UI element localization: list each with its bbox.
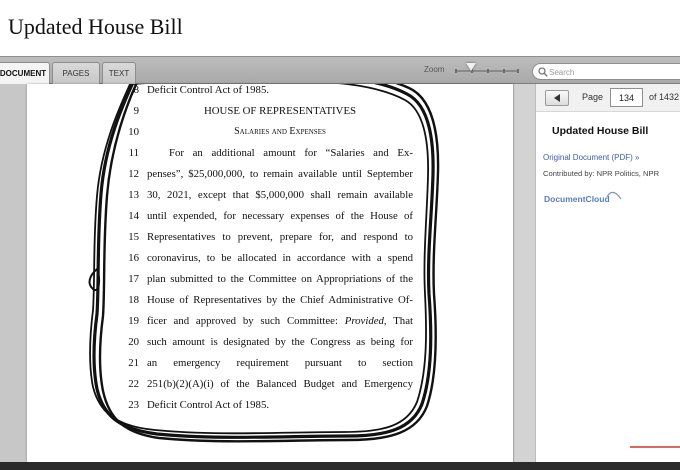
previous-page-button[interactable] — [545, 90, 569, 106]
line-text-part: ficer and approved by such Committee: — [147, 315, 345, 327]
line-number: 18 — [128, 294, 139, 306]
document-line: 22 251(b)(2)(A)(i) of the Balanced Budge… — [27, 378, 513, 398]
line-text: House of Representatives by the Chief Ad… — [147, 294, 413, 306]
document-line: 12 penses”, $25,000,000, to remain avail… — [27, 168, 513, 188]
page-navigator: Page of 1432 — [536, 84, 680, 112]
search-input[interactable] — [549, 65, 679, 79]
line-text: For an additional amount for “Salaries a… — [169, 147, 413, 159]
zoom-label: Zoom — [424, 65, 445, 74]
document-line: 9 HOUSE OF REPRESENTATIVES — [27, 105, 513, 125]
line-number: 14 — [128, 210, 139, 222]
line-text: an emergency requirement pursuant to sec… — [147, 357, 413, 369]
line-text: until expended, for necessary expenses o… — [147, 210, 413, 222]
line-number: 11 — [128, 147, 139, 159]
viewer-margin-left — [0, 84, 27, 462]
zoom-slider[interactable] — [455, 69, 519, 73]
document-viewer[interactable]: 8 Deficit Control Act of 1985. 9 HOUSE O… — [0, 84, 535, 462]
line-text: Deficit Control Act of 1985. — [147, 399, 270, 411]
document-line: 18 House of Representatives by the Chief… — [27, 294, 513, 314]
document-line: 20 such amount is designated by the Cong… — [27, 336, 513, 356]
document-line: 16 coronavirus, to be allocated in accor… — [27, 252, 513, 272]
line-number: 12 — [128, 168, 139, 180]
section-heading: HOUSE OF REPRESENTATIVES — [203, 105, 357, 117]
line-number: 15 — [128, 231, 139, 243]
bottom-bar — [0, 462, 680, 470]
line-number: 20 — [128, 336, 139, 348]
document-line: 13 30, 2021, except that $5,000,000 shal… — [27, 189, 513, 209]
line-text: ficer and approved by such Committee: Pr… — [147, 315, 413, 327]
line-text: Deficit Control Act of 1985. — [147, 84, 270, 96]
line-number: 16 — [128, 252, 139, 264]
document-line: 19 ficer and approved by such Committee:… — [27, 315, 513, 335]
search-box[interactable] — [532, 63, 680, 80]
document-page: 8 Deficit Control Act of 1985. 9 HOUSE O… — [27, 84, 513, 462]
line-text-part: , That — [383, 315, 413, 327]
red-underline-mark — [630, 446, 680, 448]
document-line: 23 Deficit Control Act of 1985. — [27, 399, 513, 419]
line-text: Representatives to prevent, prepare for,… — [147, 231, 413, 243]
documentcloud-swoosh-icon — [606, 191, 622, 200]
line-number: 21 — [128, 357, 139, 369]
document-line: 17 plan submitted to the Committee on Ap… — [27, 273, 513, 293]
page-title: Updated House Bill — [8, 14, 183, 39]
original-document-link[interactable]: Original Document (PDF) » — [543, 153, 639, 162]
line-text: plan submitted to the Committee on Appro… — [147, 273, 413, 285]
viewer-toolbar: DOCUMENT PAGES TEXT Zoom — [0, 56, 680, 85]
tab-document[interactable]: DOCUMENT — [0, 62, 50, 85]
line-number: 13 — [128, 189, 139, 201]
line-text: 251(b)(2)(A)(i) of the Balanced Budget a… — [147, 378, 413, 390]
document-line: 21 an emergency requirement pursuant to … — [27, 357, 513, 377]
contributor-text: Contributed by: NPR Politics, NPR — [543, 169, 660, 178]
line-number: 23 — [128, 399, 139, 411]
arrow-left-icon — [554, 94, 560, 102]
subsection-heading: Salaries and Expenses — [234, 126, 326, 137]
line-number: 22 — [128, 378, 139, 390]
document-title: Updated House Bill — [552, 125, 649, 137]
line-number: 17 — [128, 273, 139, 285]
page-total: of 1432 — [649, 92, 680, 102]
document-line: 11 For an additional amount for “Salarie… — [27, 147, 513, 167]
documentcloud-logo[interactable]: DocumentCloud — [544, 194, 610, 204]
tab-pages[interactable]: PAGES — [52, 62, 100, 85]
document-line: 10 Salaries and Expenses — [27, 126, 513, 146]
page-label: Page — [582, 92, 604, 102]
zoom-slider-handle[interactable] — [466, 63, 476, 71]
line-number: 19 — [128, 315, 139, 327]
page-number-input[interactable] — [610, 88, 643, 107]
viewer-scrollbar[interactable] — [513, 84, 535, 462]
line-text: coronavirus, to be allocated in accordan… — [147, 252, 413, 264]
search-icon — [538, 67, 548, 77]
line-number: 10 — [128, 126, 139, 138]
document-sidebar: Page of 1432 Updated House Bill Original… — [535, 84, 680, 462]
document-line: 15 Representatives to prevent, prepare f… — [27, 231, 513, 251]
line-text: 30, 2021, except that $5,000,000 shall r… — [147, 189, 413, 201]
tab-text[interactable]: TEXT — [102, 62, 136, 85]
header: Updated House Bill — [0, 0, 680, 56]
document-line: 8 Deficit Control Act of 1985. — [27, 84, 513, 104]
document-line: 14 until expended, for necessary expense… — [27, 210, 513, 230]
line-text: such amount is designated by the Congres… — [147, 336, 413, 348]
line-text: penses”, $25,000,000, to remain availabl… — [147, 168, 413, 180]
line-number: 9 — [133, 105, 139, 117]
line-number: 8 — [133, 84, 139, 96]
provided-emphasis: Provided — [344, 315, 384, 327]
